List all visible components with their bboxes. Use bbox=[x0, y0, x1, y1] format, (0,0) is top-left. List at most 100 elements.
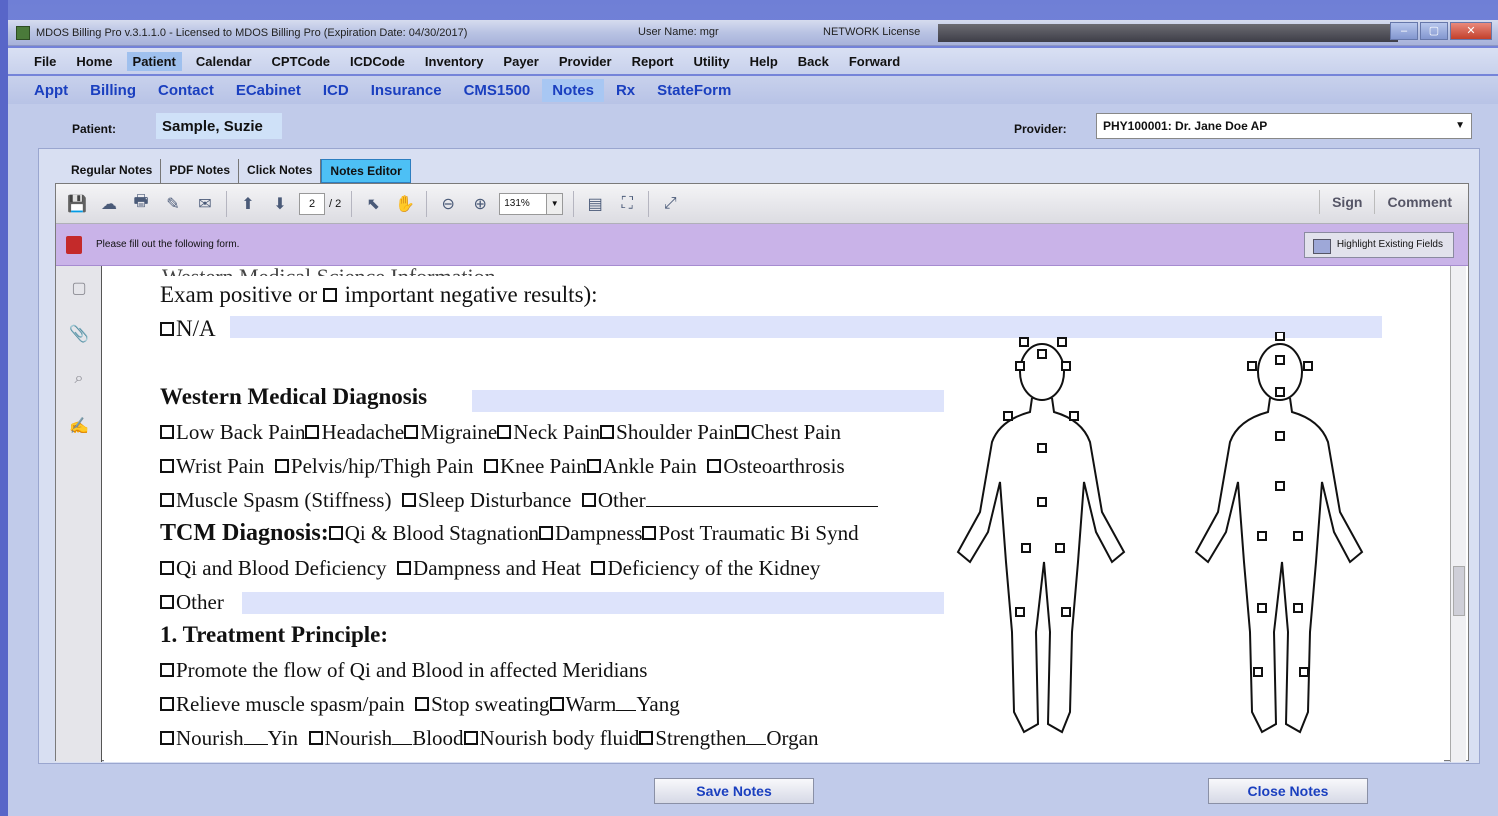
menu-calendar[interactable]: Calendar bbox=[196, 54, 252, 69]
submenu-insurance[interactable]: Insurance bbox=[371, 82, 442, 99]
menu-file[interactable]: File bbox=[34, 54, 56, 69]
close-notes-button[interactable]: Close Notes bbox=[1208, 778, 1368, 804]
comment-button[interactable]: Comment bbox=[1374, 190, 1464, 214]
wrist-pain-checkbox[interactable] bbox=[160, 459, 174, 473]
menu-icdcode[interactable]: ICDCode bbox=[350, 54, 405, 69]
sign-button[interactable]: Sign bbox=[1319, 190, 1374, 214]
migraine-checkbox[interactable] bbox=[404, 425, 419, 439]
wmd-text-field[interactable] bbox=[472, 390, 944, 412]
submenu-ecabinet[interactable]: ECabinet bbox=[236, 82, 301, 99]
print-icon[interactable]: 🖶 bbox=[128, 191, 154, 217]
save-notes-button[interactable]: Save Notes bbox=[654, 778, 814, 804]
page-number-input[interactable]: 2 bbox=[299, 192, 325, 215]
dampness-checkbox[interactable] bbox=[538, 526, 553, 540]
submenu-cms1500[interactable]: CMS1500 bbox=[464, 82, 531, 99]
menu-report[interactable]: Report bbox=[632, 54, 674, 69]
muscle-spasm-checkbox[interactable] bbox=[160, 493, 174, 507]
na-checkbox[interactable] bbox=[160, 322, 174, 336]
toolbar-separator bbox=[351, 190, 353, 217]
viewer-side-pane: ▢ 📎 ⌕ ✍ bbox=[56, 266, 102, 762]
hand-tool-icon[interactable]: ✋ bbox=[392, 191, 418, 217]
tcm-other-checkbox[interactable] bbox=[160, 595, 174, 609]
menu-utility[interactable]: Utility bbox=[693, 54, 729, 69]
warm-checkbox[interactable] bbox=[549, 697, 564, 711]
ankle-pain-checkbox[interactable] bbox=[586, 459, 601, 473]
stop-sweating-checkbox[interactable] bbox=[415, 697, 430, 711]
provider-select[interactable]: PHY100001: Dr. Jane Doe AP ▼ bbox=[1096, 113, 1472, 139]
tab-regular-notes[interactable]: Regular Notes bbox=[63, 159, 162, 183]
body-diagram[interactable] bbox=[940, 332, 1390, 752]
menu-forward[interactable]: Forward bbox=[849, 54, 900, 69]
select-cursor-icon[interactable]: ⬉ bbox=[360, 191, 386, 217]
menu-inventory[interactable]: Inventory bbox=[425, 54, 484, 69]
minimize-button[interactable]: – bbox=[1390, 22, 1418, 40]
maximize-button[interactable]: ▢ bbox=[1420, 22, 1448, 40]
pelvis-hip-thigh-checkbox[interactable] bbox=[274, 459, 289, 473]
fullscreen-icon[interactable]: ⤢ bbox=[657, 191, 683, 217]
save-icon[interactable]: 💾 bbox=[64, 191, 90, 217]
highlight-fields-button[interactable]: Highlight Existing Fields bbox=[1303, 232, 1454, 258]
promote-flow-checkbox[interactable] bbox=[160, 663, 174, 677]
important-negative-checkbox[interactable] bbox=[322, 288, 337, 302]
submenu-appt[interactable]: Appt bbox=[34, 82, 68, 99]
relieve-spasm-checkbox[interactable] bbox=[160, 697, 174, 711]
binoculars-icon[interactable]: ⌕ bbox=[68, 370, 90, 392]
submenu-rx[interactable]: Rx bbox=[616, 82, 635, 99]
zoom-in-icon[interactable]: ⊕ bbox=[467, 191, 493, 217]
menu-home[interactable]: Home bbox=[76, 54, 112, 69]
tcm-other-field[interactable] bbox=[242, 592, 944, 614]
toolbar-actions: Sign Comment bbox=[1319, 190, 1464, 214]
dampness-heat-checkbox[interactable] bbox=[397, 561, 412, 575]
signature-icon[interactable]: ✍ bbox=[68, 416, 90, 438]
fit-page-icon[interactable]: ▤ bbox=[582, 191, 608, 217]
submenu-billing[interactable]: Billing bbox=[90, 82, 136, 99]
osteoarthrosis-checkbox[interactable] bbox=[707, 459, 722, 473]
edit-icon[interactable]: ✎ bbox=[160, 191, 186, 217]
tab-click-notes[interactable]: Click Notes bbox=[239, 159, 322, 183]
neck-pain-checkbox[interactable] bbox=[497, 425, 512, 439]
page-down-icon[interactable]: ⬇ bbox=[267, 191, 293, 217]
headache-checkbox[interactable] bbox=[305, 425, 320, 439]
page-up-icon[interactable]: ⬆ bbox=[235, 191, 261, 217]
attachment-icon[interactable]: 📎 bbox=[68, 324, 90, 346]
post-traumatic-checkbox[interactable] bbox=[642, 526, 657, 540]
nourish-blood-checkbox[interactable] bbox=[308, 731, 323, 745]
vertical-scrollbar[interactable] bbox=[1450, 266, 1466, 762]
qi-blood-stagnation-checkbox[interactable] bbox=[328, 526, 343, 540]
menu-patient[interactable]: Patient bbox=[126, 51, 182, 71]
sleep-disturbance-checkbox[interactable] bbox=[401, 493, 416, 507]
blank bbox=[392, 744, 413, 745]
menu-back[interactable]: Back bbox=[798, 54, 829, 69]
zoom-level-input[interactable]: 131% bbox=[499, 192, 548, 215]
scrollbar-thumb[interactable] bbox=[1453, 566, 1465, 616]
submenu-notes[interactable]: Notes bbox=[542, 78, 604, 102]
strengthen-organ-checkbox[interactable] bbox=[639, 731, 654, 745]
tab-pdf-notes[interactable]: PDF Notes bbox=[161, 159, 240, 183]
email-icon[interactable]: ✉ bbox=[192, 191, 218, 217]
close-window-button[interactable]: ✕ bbox=[1450, 22, 1492, 40]
menu-help[interactable]: Help bbox=[750, 54, 778, 69]
menu-provider[interactable]: Provider bbox=[559, 54, 612, 69]
submenu-contact[interactable]: Contact bbox=[158, 82, 214, 99]
kidney-deficiency-checkbox[interactable] bbox=[591, 561, 606, 575]
zoom-dropdown-icon[interactable]: ▼ bbox=[547, 192, 564, 215]
blank bbox=[243, 744, 268, 745]
menu-payer[interactable]: Payer bbox=[503, 54, 538, 69]
chest-pain-checkbox[interactable] bbox=[734, 425, 749, 439]
menu-cptcode[interactable]: CPTCode bbox=[272, 54, 331, 69]
toolbar-separator bbox=[573, 190, 575, 217]
cloud-icon[interactable]: ☁ bbox=[96, 191, 122, 217]
zoom-out-icon[interactable]: ⊖ bbox=[435, 191, 461, 217]
knee-pain-checkbox[interactable] bbox=[484, 459, 498, 473]
submenu-icd[interactable]: ICD bbox=[323, 82, 349, 99]
wmd-other-checkbox[interactable] bbox=[581, 493, 596, 507]
page-thumbnail-icon[interactable]: ▢ bbox=[68, 278, 90, 300]
nourish-yin-checkbox[interactable] bbox=[160, 731, 174, 745]
low-back-pain-checkbox[interactable] bbox=[160, 425, 174, 439]
fit-width-icon[interactable]: ⛶ bbox=[614, 191, 640, 217]
qi-blood-deficiency-checkbox[interactable] bbox=[160, 561, 174, 575]
nourish-fluid-checkbox[interactable] bbox=[463, 731, 478, 745]
tab-notes-editor[interactable]: Notes Editor bbox=[321, 159, 411, 183]
shoulder-pain-checkbox[interactable] bbox=[600, 425, 615, 439]
submenu-stateform[interactable]: StateForm bbox=[657, 82, 731, 99]
